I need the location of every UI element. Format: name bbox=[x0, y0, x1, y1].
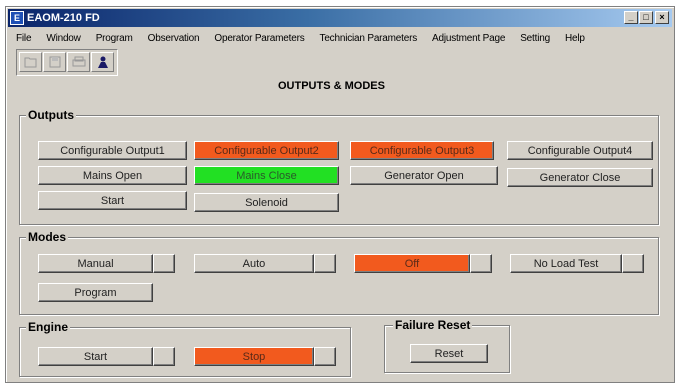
page-title: OUTPUTS & MODES bbox=[278, 80, 385, 92]
window-title: EAOM-210 FD bbox=[27, 12, 100, 24]
menu-bar: File Window Program Observation Operator… bbox=[8, 29, 672, 47]
menu-window[interactable]: Window bbox=[38, 33, 87, 44]
off-mode-toggle[interactable]: Off bbox=[354, 254, 492, 273]
menu-adjustment-page[interactable]: Adjustment Page bbox=[424, 33, 512, 44]
failure-reset-group: Failure Reset Reset bbox=[384, 318, 510, 373]
menu-operator-parameters[interactable]: Operator Parameters bbox=[206, 33, 311, 44]
outputs-label: Outputs bbox=[26, 108, 76, 122]
auto-label: Auto bbox=[194, 254, 314, 273]
engine-stop-indicator bbox=[314, 347, 336, 366]
manual-indicator bbox=[153, 254, 175, 273]
generator-close-button[interactable]: Generator Close bbox=[507, 168, 653, 187]
configurable-output4-button[interactable]: Configurable Output4 bbox=[507, 141, 653, 160]
mains-close-button[interactable]: Mains Close bbox=[194, 166, 339, 185]
reset-button[interactable]: Reset bbox=[410, 344, 488, 363]
menu-setting[interactable]: Setting bbox=[512, 33, 557, 44]
failure-reset-label: Failure Reset bbox=[393, 318, 473, 332]
no-load-test-label: No Load Test bbox=[510, 254, 622, 273]
engine-start-toggle[interactable]: Start bbox=[38, 347, 175, 366]
off-label: Off bbox=[354, 254, 470, 273]
off-indicator bbox=[470, 254, 492, 273]
modes-label: Modes bbox=[26, 230, 69, 244]
user-icon[interactable] bbox=[91, 52, 114, 72]
app-window: E EAOM-210 FD _ □ × File Window Program … bbox=[5, 6, 675, 383]
menu-technician-parameters[interactable]: Technician Parameters bbox=[312, 33, 425, 44]
engine-stop-label: Stop bbox=[194, 347, 314, 366]
engine-start-label: Start bbox=[38, 347, 153, 366]
no-load-test-toggle[interactable]: No Load Test bbox=[510, 254, 644, 273]
configurable-output1-button[interactable]: Configurable Output1 bbox=[38, 141, 187, 160]
menu-help[interactable]: Help bbox=[557, 33, 592, 44]
open-icon[interactable] bbox=[19, 52, 42, 72]
start-output-button[interactable]: Start bbox=[38, 191, 187, 210]
title-bar[interactable]: E EAOM-210 FD _ □ × bbox=[8, 9, 672, 27]
auto-indicator bbox=[314, 254, 336, 273]
print-icon[interactable] bbox=[67, 52, 90, 72]
mains-open-button[interactable]: Mains Open bbox=[38, 166, 187, 185]
solenoid-button[interactable]: Solenoid bbox=[194, 193, 339, 212]
modes-group: Modes Manual Auto Off No Load Test Progr… bbox=[19, 230, 659, 315]
close-button[interactable]: × bbox=[655, 11, 669, 24]
manual-mode-toggle[interactable]: Manual bbox=[38, 254, 175, 273]
menu-observation[interactable]: Observation bbox=[140, 33, 207, 44]
outputs-group: Outputs Configurable Output1 Configurabl… bbox=[19, 108, 659, 225]
menu-file[interactable]: File bbox=[8, 33, 38, 44]
configurable-output2-button[interactable]: Configurable Output2 bbox=[194, 141, 339, 160]
generator-open-button[interactable]: Generator Open bbox=[350, 166, 498, 185]
configurable-output3-button[interactable]: Configurable Output3 bbox=[350, 141, 494, 160]
engine-group: Engine Start Stop bbox=[19, 320, 351, 377]
manual-label: Manual bbox=[38, 254, 153, 273]
minimize-button[interactable]: _ bbox=[624, 11, 638, 24]
toolbar bbox=[16, 49, 118, 76]
no-load-test-indicator bbox=[622, 254, 644, 273]
program-button[interactable]: Program bbox=[38, 283, 153, 302]
app-logo-icon: E bbox=[10, 11, 24, 25]
menu-program[interactable]: Program bbox=[88, 33, 140, 44]
engine-start-indicator bbox=[153, 347, 175, 366]
engine-label: Engine bbox=[26, 320, 71, 334]
auto-mode-toggle[interactable]: Auto bbox=[194, 254, 336, 273]
save-icon[interactable] bbox=[43, 52, 66, 72]
engine-stop-toggle[interactable]: Stop bbox=[194, 347, 336, 366]
maximize-button[interactable]: □ bbox=[639, 11, 653, 24]
